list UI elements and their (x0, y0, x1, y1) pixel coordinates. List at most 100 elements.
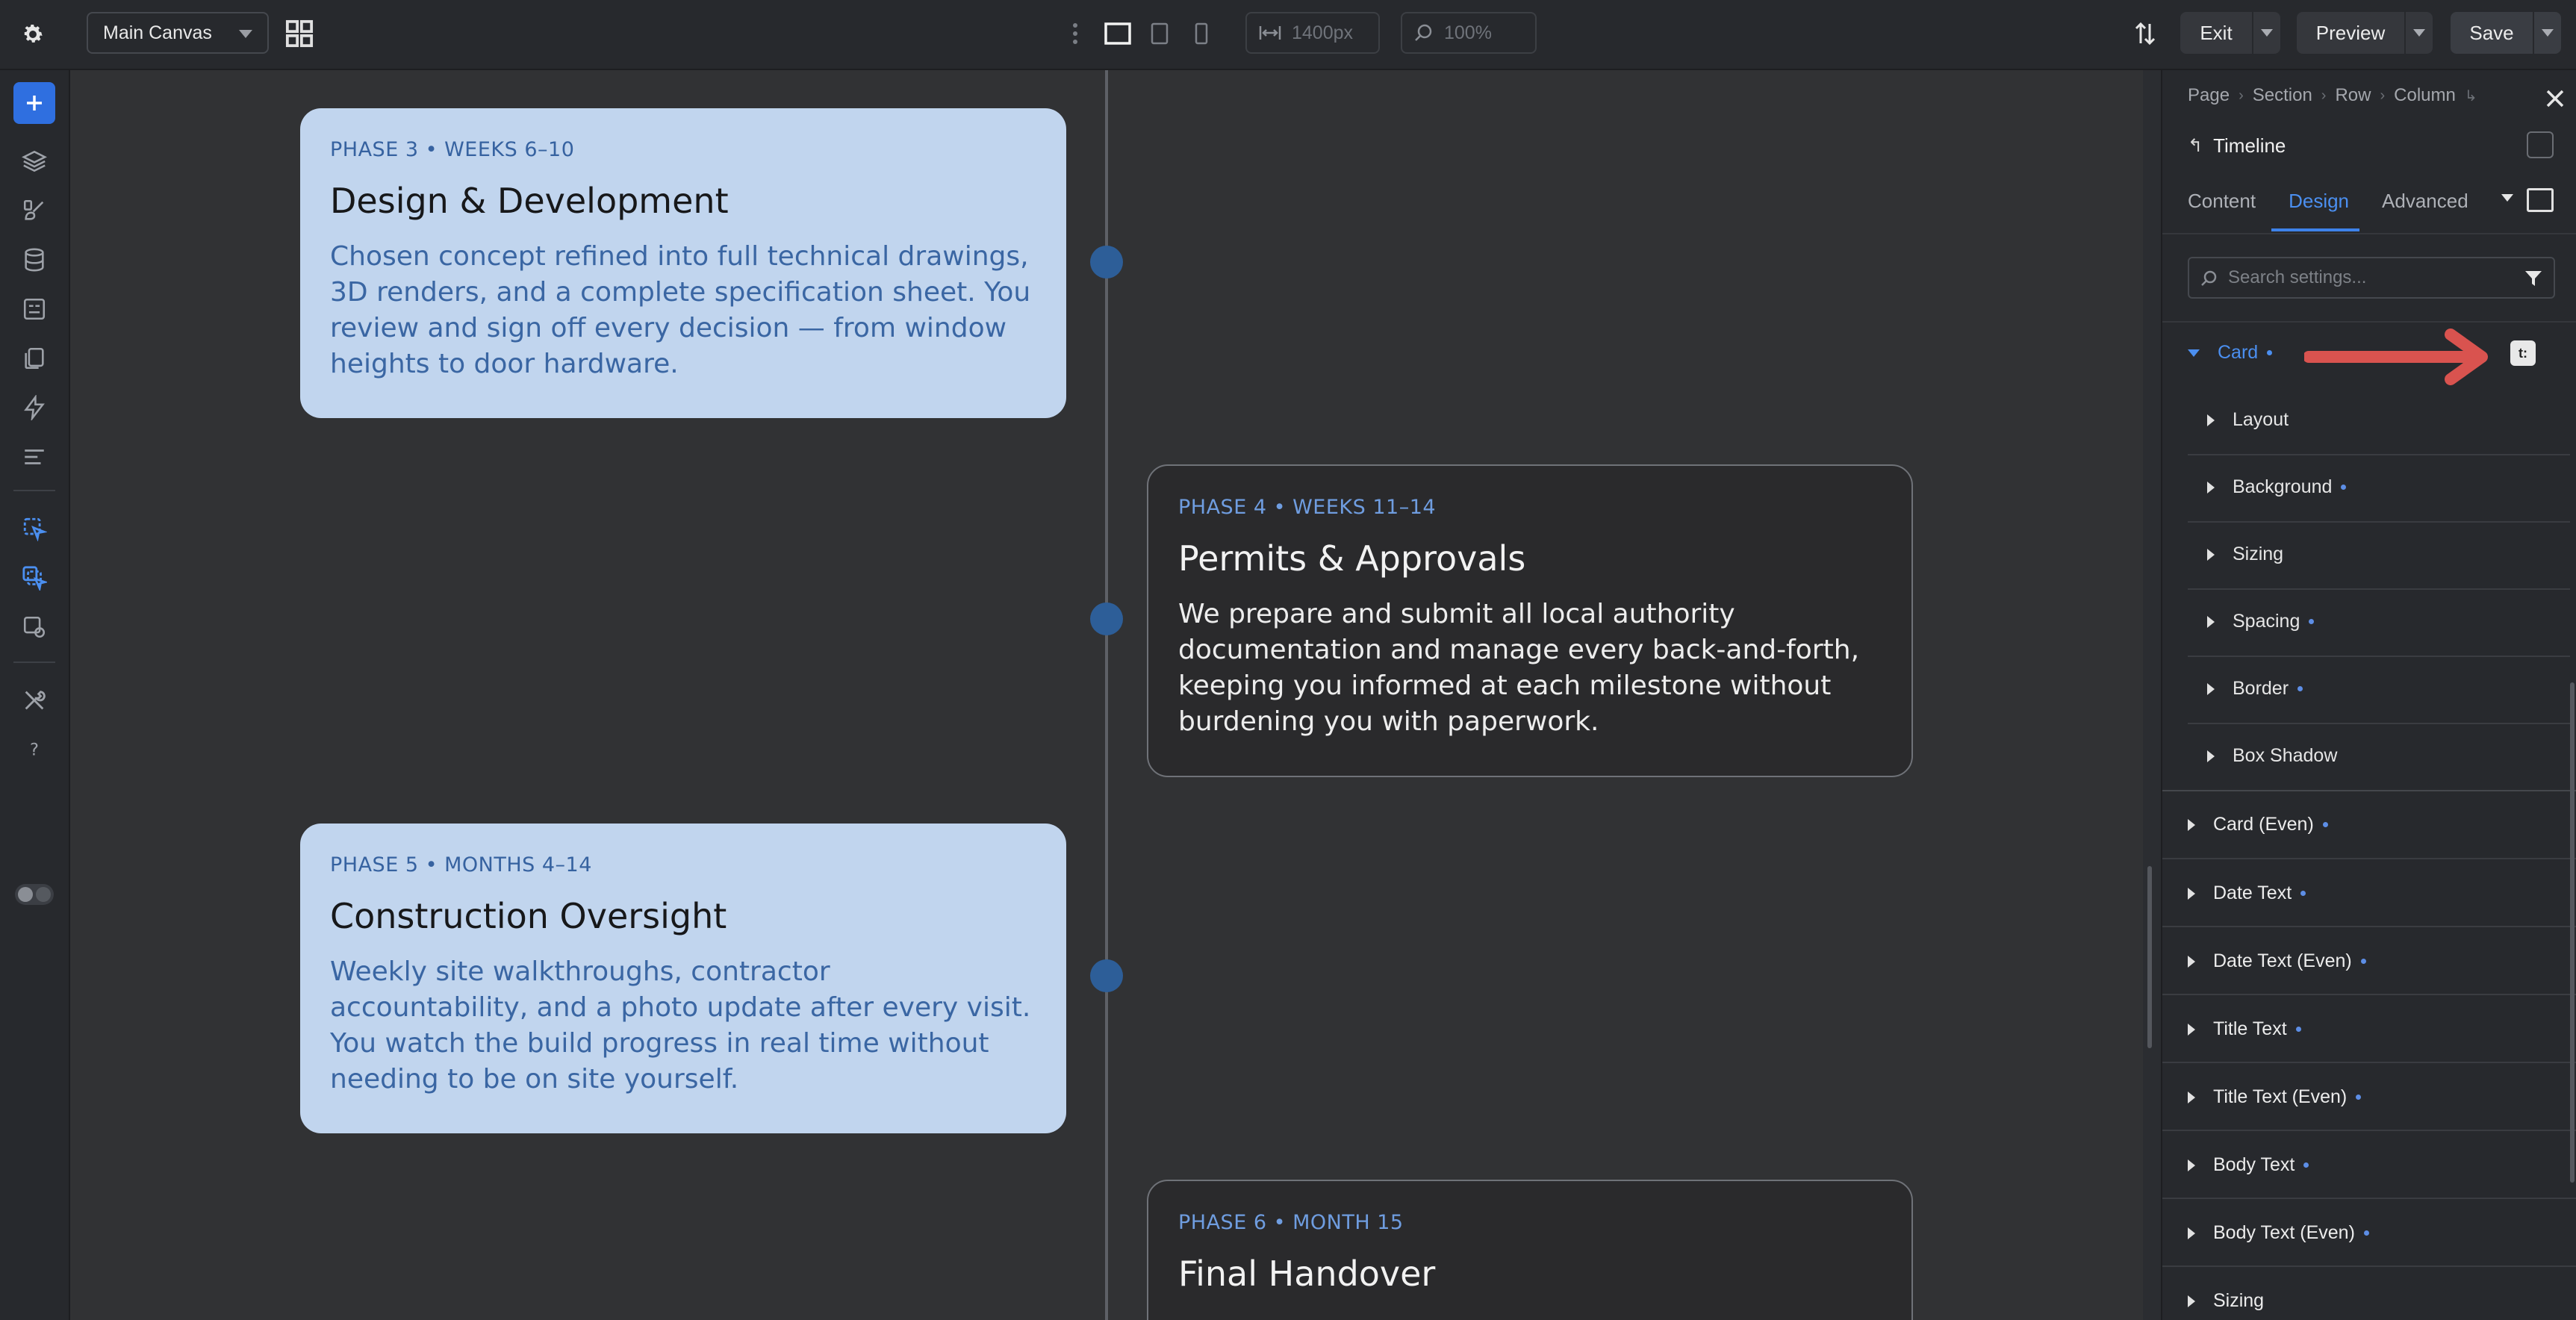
brush-icon[interactable] (15, 191, 54, 230)
breadcrumb-row[interactable]: Row (2335, 85, 2371, 106)
desktop-icon[interactable] (1099, 16, 1136, 51)
filter-icon[interactable] (2524, 269, 2543, 288)
tablet-icon[interactable] (1141, 16, 1178, 51)
pages-icon[interactable] (15, 339, 54, 378)
settings-search[interactable]: Search settings... (2188, 257, 2555, 299)
group-body-text-even[interactable]: Body Text (Even) (2188, 1222, 2369, 1244)
grid-icon[interactable] (282, 16, 317, 51)
layers-icon[interactable] (15, 142, 54, 181)
save-options-button[interactable] (2534, 12, 2561, 54)
tab-advanced[interactable]: Advanced (2382, 190, 2468, 227)
canvas-select-value: Main Canvas (103, 22, 212, 43)
group-label: Border (2233, 678, 2289, 699)
canvas-width-value: 1400px (1292, 22, 1354, 43)
back-icon[interactable]: ↰ (2188, 135, 2203, 157)
timeline-card[interactable]: PHASE 3 • WEEKS 6–10 Design & Developmen… (300, 108, 1066, 418)
divider (2162, 1130, 2576, 1131)
card-body: We prepare and submit all local authorit… (1178, 599, 1860, 737)
plus-icon[interactable] (13, 82, 55, 124)
element-preset-icon[interactable] (2527, 131, 2554, 158)
timeline-card[interactable]: PHASE 4 • WEEKS 11–14 Permits & Approval… (1147, 464, 1913, 777)
reset-button[interactable]: t: (2510, 340, 2536, 366)
cursor-icon[interactable] (15, 509, 54, 548)
settings-image-icon[interactable] (15, 608, 54, 647)
group-box-shadow[interactable]: Box Shadow (2207, 745, 2337, 767)
group-card-even[interactable]: Card (Even) (2188, 814, 2328, 835)
sort-icon[interactable] (2127, 16, 2164, 51)
rail-divider (13, 661, 55, 663)
save-button[interactable]: Save (2451, 12, 2533, 54)
save-label: Save (2469, 21, 2514, 44)
card-body: Chosen concept refined into full technic… (330, 241, 1031, 379)
rail-divider (13, 490, 55, 491)
timeline-card[interactable]: PHASE 6 • MONTH 15 Final Handover (1147, 1180, 1913, 1320)
canvas-scrollbar[interactable] (2147, 866, 2152, 1048)
gear-icon[interactable] (13, 15, 52, 54)
close-icon[interactable] (2542, 85, 2569, 112)
canvas-width-field[interactable]: 1400px (1245, 12, 1380, 54)
cursor-multi-icon[interactable] (15, 558, 54, 597)
timeline-card[interactable]: PHASE 5 • MONTHS 4–14 Construction Overs… (300, 824, 1066, 1133)
divider (2188, 521, 2570, 523)
group-sizing-outer[interactable]: Sizing (2188, 1290, 2264, 1312)
help-icon[interactable]: ? (15, 730, 54, 769)
chevron-right-icon (2188, 955, 2195, 968)
divider (2162, 1265, 2576, 1267)
search-icon (2201, 270, 2217, 286)
bolt-icon[interactable] (15, 388, 54, 427)
list-icon[interactable] (15, 438, 54, 476)
chevron-right-icon (2188, 1091, 2195, 1103)
chevron-down-icon (2413, 29, 2425, 37)
database-icon[interactable] (15, 240, 54, 279)
top-toolbar: Main Canvas 1400px 100% Exit Preview Sav… (0, 0, 2576, 70)
preview-button[interactable]: Preview (2297, 12, 2404, 54)
search-placeholder: Search settings... (2228, 267, 2367, 287)
tools-icon[interactable] (15, 681, 54, 720)
group-layout[interactable]: Layout (2207, 409, 2289, 431)
group-date-text-even[interactable]: Date Text (Even) (2188, 950, 2366, 972)
group-sizing[interactable]: Sizing (2207, 544, 2283, 565)
chevron-down-icon (2261, 29, 2273, 37)
preview-options-button[interactable] (2406, 12, 2433, 54)
zoom-icon (1415, 24, 1432, 41)
square-icon[interactable] (2527, 188, 2554, 212)
exit-button[interactable]: Exit (2180, 12, 2252, 54)
canvas-select[interactable]: Main Canvas (87, 12, 269, 54)
divider (2162, 994, 2576, 995)
breadcrumb: Page › Section › Row › Column ↳ (2188, 85, 2477, 106)
group-title-text[interactable]: Title Text (2188, 1018, 2301, 1040)
modified-dot (2341, 485, 2347, 490)
chevron-right-icon (2207, 615, 2215, 628)
tab-content[interactable]: Content (2188, 190, 2256, 227)
left-rail: ? (0, 70, 70, 1320)
breadcrumb-page[interactable]: Page (2188, 85, 2230, 106)
group-card[interactable]: Card (2188, 342, 2273, 364)
chevron-down-icon[interactable] (2501, 194, 2513, 202)
zoom-field[interactable]: 100% (1401, 12, 1537, 54)
card-date: PHASE 4 • WEEKS 11–14 (1178, 496, 1437, 519)
modified-dot (2297, 686, 2303, 691)
group-title-text-even[interactable]: Title Text (Even) (2188, 1086, 2362, 1108)
panel-scrollbar[interactable] (2570, 682, 2575, 1183)
group-label: Background (2233, 476, 2333, 497)
chevron-right-icon (2207, 548, 2215, 561)
chevron-down-icon (2542, 29, 2554, 37)
breadcrumb-section[interactable]: Section (2253, 85, 2312, 106)
template-icon[interactable] (15, 290, 54, 329)
group-body-text[interactable]: Body Text (2188, 1154, 2309, 1176)
exit-options-button[interactable] (2253, 12, 2280, 54)
modified-dot (2356, 1095, 2362, 1100)
kebab-icon[interactable] (1066, 16, 1084, 51)
tab-design[interactable]: Design (2289, 190, 2349, 227)
mobile-icon[interactable] (1183, 16, 1220, 51)
chevron-down-icon (239, 30, 252, 38)
group-date-text[interactable]: Date Text (2188, 882, 2306, 904)
divider (2188, 723, 2570, 724)
group-background[interactable]: Background (2207, 476, 2347, 498)
group-spacing[interactable]: Spacing (2207, 611, 2315, 632)
group-border[interactable]: Border (2207, 678, 2303, 700)
modified-dot (2360, 959, 2366, 964)
theme-toggle[interactable] (15, 884, 54, 905)
card-date: PHASE 6 • MONTH 15 (1178, 1211, 1404, 1234)
breadcrumb-column[interactable]: Column (2394, 85, 2456, 106)
